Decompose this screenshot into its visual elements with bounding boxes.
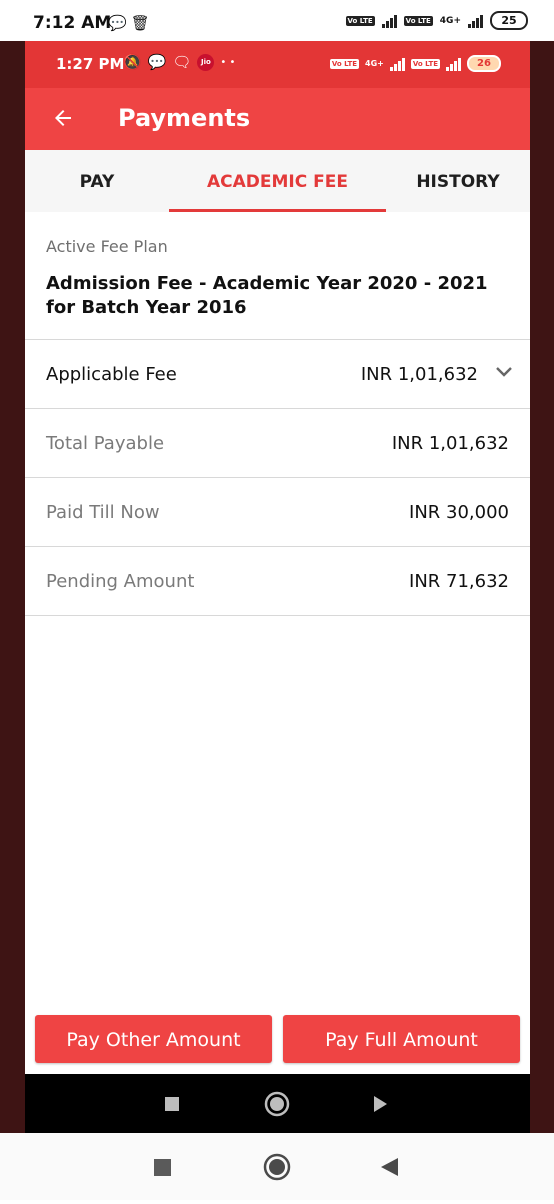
back-icon[interactable] bbox=[381, 1158, 398, 1176]
trash-icon: 🗑 bbox=[130, 14, 154, 32]
outer-status-bar: 7:12 AM 💬🗑 Vo LTE Vo LTE 4G+ 25 bbox=[0, 0, 554, 41]
chat-bubble-icon: 🗨 bbox=[172, 53, 192, 71]
volte-icon: Vo LTE bbox=[403, 15, 433, 26]
row-value: INR 1,01,632 bbox=[360, 364, 478, 385]
app-screen: 1:27 PM 🔕 💬 🗨 Jio • • Vo LTE 4G+ Vo LTE … bbox=[25, 41, 530, 1133]
volte-icon: Vo LTE bbox=[410, 58, 440, 69]
network-type-label: 4G+ bbox=[439, 15, 461, 26]
row-value: INR 30,000 bbox=[409, 502, 509, 523]
signal-icon bbox=[468, 14, 483, 28]
jio-icon: Jio bbox=[197, 53, 215, 71]
tab-pay[interactable]: PAY bbox=[25, 150, 169, 212]
bell-off-icon: 🔕 bbox=[123, 53, 142, 71]
tab-bar: PAY ACADEMIC FEE HISTORY bbox=[25, 150, 530, 212]
pay-other-amount-button[interactable]: Pay Other Amount bbox=[35, 1015, 272, 1063]
recents-icon[interactable] bbox=[165, 1097, 179, 1111]
network-type-label: 4G+ bbox=[365, 59, 384, 68]
signal-icon bbox=[389, 57, 405, 71]
app-bar: Payments bbox=[25, 88, 530, 150]
volte-icon: Vo LTE bbox=[345, 15, 375, 26]
chevron-down-icon bbox=[496, 367, 512, 377]
battery-icon: 26 bbox=[467, 55, 501, 72]
row-label: Paid Till Now bbox=[46, 502, 160, 523]
volte-icon: Vo LTE bbox=[329, 58, 360, 69]
back-icon[interactable] bbox=[374, 1096, 387, 1112]
plan-label: Active Fee Plan bbox=[46, 237, 168, 256]
pending-amount-row: Pending Amount INR 71,632 bbox=[25, 547, 530, 616]
more-dots: • • bbox=[220, 56, 236, 68]
row-label: Applicable Fee bbox=[46, 364, 177, 385]
inner-status-bar: 1:27 PM 🔕 💬 🗨 Jio • • Vo LTE 4G+ Vo LTE … bbox=[25, 41, 530, 88]
row-value: INR 1,01,632 bbox=[391, 433, 509, 454]
tab-history[interactable]: HISTORY bbox=[386, 150, 530, 212]
arrow-left-icon bbox=[55, 110, 71, 126]
outer-navigation-bar bbox=[0, 1133, 554, 1200]
chat-bubble-icon: 💬 bbox=[108, 14, 131, 32]
pay-full-amount-button[interactable]: Pay Full Amount bbox=[283, 1015, 520, 1063]
total-payable-row: Total Payable INR 1,01,632 bbox=[25, 409, 530, 478]
battery-icon: 25 bbox=[490, 11, 528, 30]
row-label: Total Payable bbox=[46, 433, 165, 454]
page-title: Payments bbox=[118, 104, 251, 132]
plan-name: Admission Fee - Academic Year 2020 - 202… bbox=[46, 273, 488, 318]
outer-status-time: 7:12 AM bbox=[33, 13, 112, 33]
active-fee-plan: Active Fee Plan Admission Fee - Academic… bbox=[25, 212, 530, 340]
signal-icon bbox=[446, 57, 461, 71]
row-label: Pending Amount bbox=[46, 571, 195, 592]
tab-academic-fee[interactable]: ACADEMIC FEE bbox=[169, 150, 386, 212]
signal-icon bbox=[381, 14, 397, 28]
recents-icon[interactable] bbox=[154, 1159, 171, 1176]
applicable-fee-row[interactable]: Applicable Fee INR 1,01,632 bbox=[25, 340, 530, 409]
row-value: INR 71,632 bbox=[409, 571, 509, 592]
inner-navigation-bar bbox=[25, 1074, 530, 1133]
paid-till-now-row: Paid Till Now INR 30,000 bbox=[25, 478, 530, 547]
back-button[interactable] bbox=[47, 102, 79, 134]
message-icon: 💬 bbox=[147, 53, 167, 71]
inner-status-time: 1:27 PM bbox=[56, 55, 125, 73]
